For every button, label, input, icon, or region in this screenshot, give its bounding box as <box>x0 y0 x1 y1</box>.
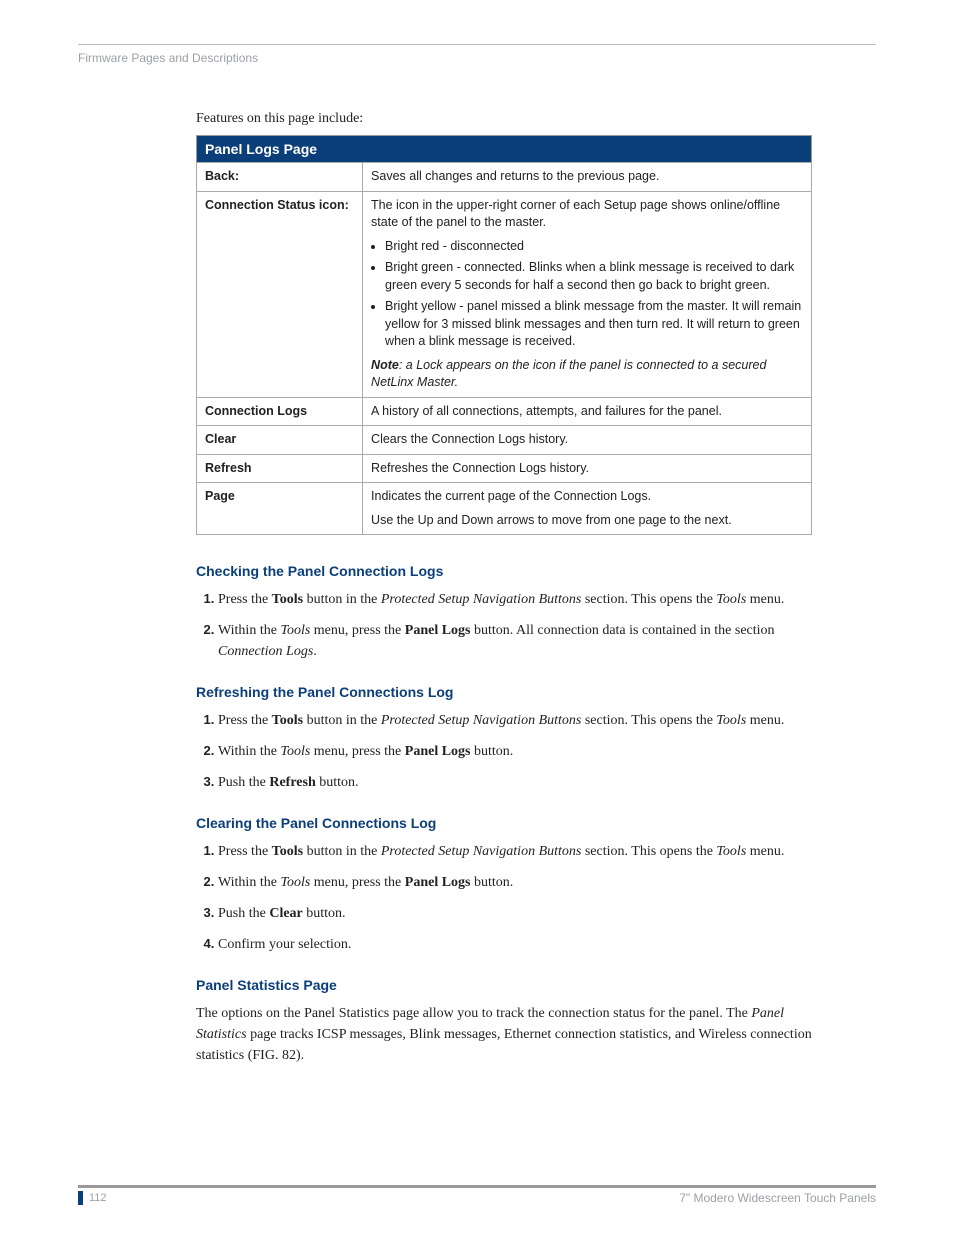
bullet-item: Bright red - disconnected <box>385 238 803 256</box>
page-footer: 112 7" Modero Widescreen Touch Panels <box>78 1185 876 1205</box>
row-label: Refresh <box>197 454 363 483</box>
desc-line: Indicates the current page of the Connec… <box>371 488 803 506</box>
footer-right-text: 7" Modero Widescreen Touch Panels <box>679 1191 876 1205</box>
section-heading: Panel Statistics Page <box>196 977 812 993</box>
bullet-item: Bright green - connected. Blinks when a … <box>385 259 803 294</box>
row-desc: Indicates the current page of the Connec… <box>363 483 812 535</box>
steps-list: Press the Tools button in the Protected … <box>196 710 812 793</box>
table-row: Connection Status icon: The icon in the … <box>197 191 812 397</box>
section-heading: Checking the Panel Connection Logs <box>196 563 812 579</box>
row-label: Clear <box>197 426 363 455</box>
page-accent <box>78 1191 83 1205</box>
step-item: Confirm your selection. <box>218 934 812 955</box>
section-heading: Clearing the Panel Connections Log <box>196 815 812 831</box>
row-label: Back: <box>197 163 363 192</box>
row-label: Connection Logs <box>197 397 363 426</box>
panel-logs-table: Panel Logs Page Back: Saves all changes … <box>196 135 812 535</box>
desc-line: Use the Up and Down arrows to move from … <box>371 512 803 530</box>
running-header: Firmware Pages and Descriptions <box>78 51 876 65</box>
step-item: Press the Tools button in the Protected … <box>218 841 812 862</box>
table-title: Panel Logs Page <box>197 136 812 163</box>
step-item: Press the Tools button in the Protected … <box>218 589 812 610</box>
step-item: Push the Refresh button. <box>218 772 812 793</box>
intro-text: Features on this page include: <box>196 111 812 127</box>
table-row: Connection Logs A history of all connect… <box>197 397 812 426</box>
table-row: Refresh Refreshes the Connection Logs hi… <box>197 454 812 483</box>
page-number: 112 <box>89 1192 107 1204</box>
row-label: Connection Status icon: <box>197 191 363 397</box>
steps-list: Press the Tools button in the Protected … <box>196 841 812 955</box>
section-heading: Refreshing the Panel Connections Log <box>196 684 812 700</box>
step-item: Push the Clear button. <box>218 903 812 924</box>
table-row: Page Indicates the current page of the C… <box>197 483 812 535</box>
body-paragraph: The options on the Panel Statistics page… <box>196 1003 812 1066</box>
row-label: Page <box>197 483 363 535</box>
desc-line: The icon in the upper-right corner of ea… <box>371 197 803 232</box>
row-desc: Clears the Connection Logs history. <box>363 426 812 455</box>
table-row: Back: Saves all changes and returns to t… <box>197 163 812 192</box>
table-row: Clear Clears the Connection Logs history… <box>197 426 812 455</box>
row-desc: A history of all connections, attempts, … <box>363 397 812 426</box>
steps-list: Press the Tools button in the Protected … <box>196 589 812 662</box>
step-item: Within the Tools menu, press the Panel L… <box>218 741 812 762</box>
step-item: Within the Tools menu, press the Panel L… <box>218 872 812 893</box>
step-item: Press the Tools button in the Protected … <box>218 710 812 731</box>
step-item: Within the Tools menu, press the Panel L… <box>218 620 812 662</box>
row-desc: Refreshes the Connection Logs history. <box>363 454 812 483</box>
row-desc: The icon in the upper-right corner of ea… <box>363 191 812 397</box>
row-desc: Saves all changes and returns to the pre… <box>363 163 812 192</box>
note-line: Note: a Lock appears on the icon if the … <box>371 357 803 392</box>
bullet-item: Bright yellow - panel missed a blink mes… <box>385 298 803 351</box>
